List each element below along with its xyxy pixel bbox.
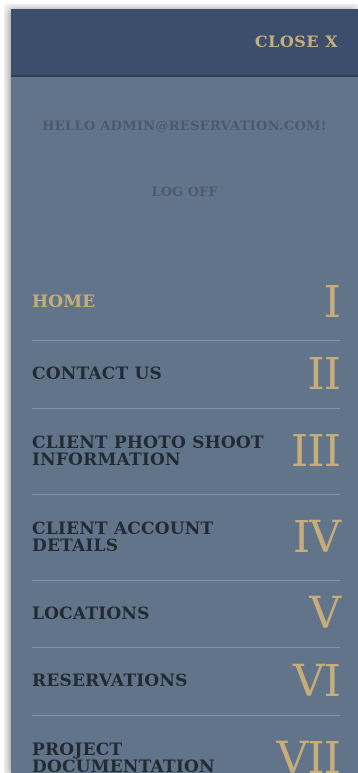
menu-item-label: CONTACT US bbox=[32, 364, 162, 384]
menu-item-client-photo-shoot-information[interactable]: CLIENT PHOTO SHOOT INFORMATION III bbox=[32, 409, 341, 495]
menu-item-reservations[interactable]: RESERVATIONS VI bbox=[32, 648, 341, 716]
menu-item-label: CLIENT ACCOUNT DETAILS bbox=[32, 518, 214, 556]
menu-item-project-documentation[interactable]: PROJECT DOCUMENTATION VII bbox=[32, 716, 341, 773]
menu-item-label: PROJECT DOCUMENTATION bbox=[32, 740, 215, 773]
menu-item-label: HOME bbox=[32, 292, 96, 312]
nav-drawer: CLOSE X HELLO ADMIN@RESERVATION.COM! LOG… bbox=[11, 9, 358, 773]
drawer-header: CLOSE X bbox=[11, 9, 358, 77]
menu-item-numeral: I bbox=[323, 276, 341, 328]
greeting-text: HELLO ADMIN@RESERVATION.COM! bbox=[42, 119, 327, 134]
menu-item-label: LOCATIONS bbox=[32, 603, 150, 624]
logoff-link[interactable]: LOG OFF bbox=[11, 185, 358, 200]
menu-item-numeral: II bbox=[307, 348, 341, 400]
menu-item-label: CLIENT PHOTO SHOOT INFORMATION bbox=[32, 432, 264, 470]
menu-item-contact-us[interactable]: CONTACT US II bbox=[32, 341, 341, 409]
menu-item-client-account-details[interactable]: CLIENT ACCOUNT DETAILS IV bbox=[32, 495, 341, 581]
menu-item-numeral: III bbox=[290, 425, 341, 477]
close-button[interactable]: CLOSE X bbox=[255, 32, 338, 51]
menu-item-label: RESERVATIONS bbox=[32, 671, 188, 691]
menu-item-numeral: IV bbox=[292, 511, 341, 563]
menu-item-locations[interactable]: LOCATIONS V bbox=[32, 581, 341, 648]
menu-item-numeral: VII bbox=[276, 733, 341, 773]
nav-menu: HOME I CONTACT US II CLIENT PHOTO SHOOT … bbox=[32, 265, 341, 773]
menu-item-numeral: V bbox=[309, 588, 341, 639]
menu-item-numeral: VI bbox=[292, 655, 341, 707]
menu-item-home[interactable]: HOME I bbox=[32, 265, 341, 341]
